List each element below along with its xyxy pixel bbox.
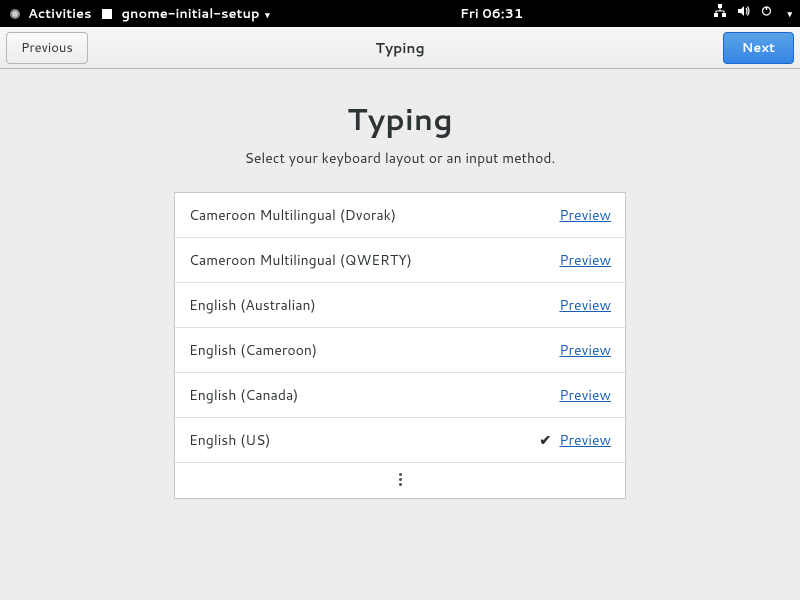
page-heading: Typing bbox=[347, 97, 453, 140]
layout-label: Cameroon Multilingual (Dvorak) bbox=[189, 205, 531, 225]
layout-label: English (Canada) bbox=[189, 385, 531, 405]
preview-link[interactable]: Preview bbox=[559, 340, 611, 360]
volume-icon[interactable] bbox=[737, 4, 751, 23]
layout-label: English (US) bbox=[189, 430, 531, 450]
previous-button[interactable]: Previous bbox=[6, 32, 88, 64]
layout-row[interactable]: Cameroon Multilingual (QWERTY) Preview bbox=[175, 238, 625, 283]
activities-icon bbox=[8, 7, 22, 21]
preview-link[interactable]: Preview bbox=[559, 295, 611, 315]
preview-link[interactable]: Preview bbox=[559, 430, 611, 450]
layout-row[interactable]: Cameroon Multilingual (Dvorak) Preview bbox=[175, 193, 625, 238]
layout-label: Cameroon Multilingual (QWERTY) bbox=[189, 250, 531, 270]
activities-button[interactable]: Activities bbox=[28, 5, 92, 23]
clock[interactable]: Fri 06:31 bbox=[270, 5, 714, 23]
header-bar: Previous Typing Next bbox=[0, 27, 800, 69]
layout-label: English (Cameroon) bbox=[189, 340, 531, 360]
layout-row[interactable]: English (Australian) Preview bbox=[175, 283, 625, 328]
app-menu-label: gnome-initial-setup bbox=[122, 5, 260, 23]
layout-row[interactable]: English (US) ✔ Preview bbox=[175, 418, 625, 463]
app-menu[interactable]: gnome-initial-setup ▾ bbox=[122, 5, 270, 23]
layout-row[interactable]: English (Cameroon) Preview bbox=[175, 328, 625, 373]
checkmark-icon: ✔ bbox=[531, 430, 559, 450]
content-area: Typing Select your keyboard layout or an… bbox=[0, 69, 800, 499]
top-panel-left: Activities gnome-initial-setup ▾ bbox=[8, 5, 270, 23]
headerbar-title: Typing bbox=[0, 38, 800, 58]
page-subtitle: Select your keyboard layout or an input … bbox=[245, 148, 556, 168]
preview-link[interactable]: Preview bbox=[559, 250, 611, 270]
chevron-down-icon: ▾ bbox=[787, 7, 792, 20]
top-panel-right: ▾ bbox=[713, 4, 792, 23]
power-icon[interactable] bbox=[761, 4, 775, 23]
next-button[interactable]: Next bbox=[723, 32, 794, 64]
show-more-button[interactable] bbox=[175, 463, 625, 498]
layout-row[interactable]: English (Canada) Preview bbox=[175, 373, 625, 418]
layout-label: English (Australian) bbox=[189, 295, 531, 315]
app-indicator-icon bbox=[102, 9, 112, 19]
top-panel: Activities gnome-initial-setup ▾ Fri 06:… bbox=[0, 0, 800, 27]
preview-link[interactable]: Preview bbox=[559, 385, 611, 405]
preview-link[interactable]: Preview bbox=[559, 205, 611, 225]
network-icon[interactable] bbox=[713, 4, 727, 23]
keyboard-layout-list: Cameroon Multilingual (Dvorak) Preview C… bbox=[174, 192, 626, 499]
more-icon bbox=[399, 473, 402, 486]
